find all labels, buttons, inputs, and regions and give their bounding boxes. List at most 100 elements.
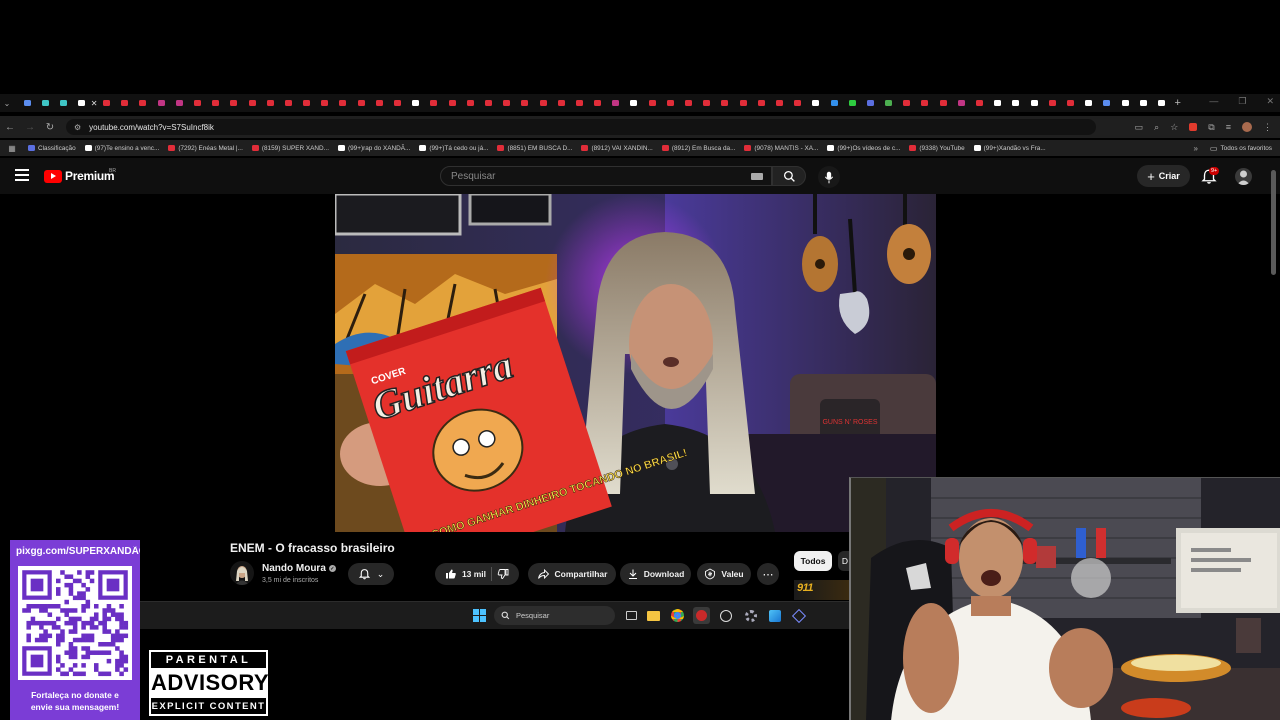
browser-tab[interactable] [734, 96, 752, 110]
browser-tab[interactable] [916, 96, 934, 110]
share-button[interactable]: Compartilhar [528, 563, 616, 585]
reload-icon[interactable]: ↻ [40, 122, 60, 133]
browser-tab[interactable] [73, 96, 91, 110]
browser-tab[interactable] [752, 96, 770, 110]
browser-tab[interactable] [279, 96, 297, 110]
file-explorer-icon[interactable] [645, 607, 662, 624]
browser-tab[interactable] [97, 96, 115, 110]
browser-tab[interactable] [770, 96, 788, 110]
browser-tab[interactable] [825, 96, 843, 110]
browser-tab[interactable] [407, 96, 425, 110]
browser-tab[interactable] [843, 96, 861, 110]
browser-tab[interactable] [461, 96, 479, 110]
browser-tab[interactable] [970, 96, 988, 110]
search-button[interactable] [772, 166, 806, 186]
browser-tab[interactable] [607, 96, 625, 110]
browser-tab[interactable] [479, 96, 497, 110]
streaming-app-icon[interactable] [693, 607, 710, 624]
browser-tab[interactable] [370, 96, 388, 110]
bookmark-item[interactable]: (9078) MANTIS - XA... [744, 145, 818, 152]
whatsapp-icon[interactable] [717, 607, 734, 624]
paint-app-icon[interactable] [766, 607, 783, 624]
close-tab-icon[interactable]: ✕ [91, 99, 98, 108]
tab-search-button[interactable]: ⌄ [0, 96, 14, 110]
browser-tab[interactable] [789, 96, 807, 110]
browser-tab[interactable] [425, 96, 443, 110]
guide-menu-icon[interactable] [15, 169, 29, 181]
browser-tab[interactable] [625, 96, 643, 110]
extension-icon[interactable] [1189, 123, 1198, 131]
browser-tab[interactable] [54, 96, 72, 110]
account-avatar[interactable] [1235, 168, 1252, 185]
settings-gear-icon[interactable] [742, 607, 759, 624]
more-actions-button[interactable]: ⋯ [757, 563, 779, 585]
task-view-icon[interactable] [623, 607, 640, 624]
browser-tab[interactable] [316, 96, 334, 110]
store-app-icon[interactable] [790, 607, 807, 624]
apps-grid-icon[interactable]: ▦ [0, 144, 24, 153]
address-bar[interactable]: ⚙ youtube.com/watch?v=S7SuIncf8ik [66, 119, 1096, 135]
browser-tab[interactable] [698, 96, 716, 110]
browser-tab[interactable] [134, 96, 152, 110]
browser-tab[interactable] [498, 96, 516, 110]
thumbs-down-icon[interactable] [497, 568, 509, 580]
browser-tab[interactable] [1134, 96, 1152, 110]
channel-avatar[interactable] [230, 561, 254, 585]
zoom-icon[interactable]: ⌕ [1154, 122, 1159, 133]
browser-tab[interactable] [989, 96, 1007, 110]
new-tab-icon[interactable]: + [1175, 97, 1181, 109]
browser-tab[interactable] [716, 96, 734, 110]
bookmark-item[interactable]: (99+)Xandão vs Fra... [973, 145, 1046, 152]
windows-start-icon[interactable] [473, 609, 486, 622]
more-bookmarks-icon[interactable]: » [1193, 144, 1197, 153]
browser-tab[interactable] [261, 96, 279, 110]
browser-tab[interactable] [880, 96, 898, 110]
channel-name[interactable]: Nando Moura ✓ [262, 563, 336, 574]
recommended-video-thumbnail[interactable]: 911 [794, 580, 849, 600]
browser-tab[interactable] [552, 96, 570, 110]
video-player[interactable]: GUNS N' ROSES COVER Guitarra COMO GANHAR… [335, 194, 936, 532]
browser-tab[interactable] [1007, 96, 1025, 110]
minimize-icon[interactable]: — [1209, 96, 1218, 107]
browser-tab[interactable] [861, 96, 879, 110]
browser-tab[interactable] [170, 96, 188, 110]
search-input[interactable] [451, 170, 731, 182]
site-info-icon[interactable]: ⚙ [74, 123, 81, 132]
browser-tab[interactable] [934, 96, 952, 110]
browser-tab[interactable] [534, 96, 552, 110]
browser-tab[interactable] [1080, 96, 1098, 110]
browser-tab[interactable] [570, 96, 588, 110]
bookmark-item[interactable]: (9338) YouTube [909, 145, 965, 152]
browser-tab[interactable] [298, 96, 316, 110]
browser-tab[interactable] [898, 96, 916, 110]
profile-avatar[interactable] [1242, 122, 1252, 132]
browser-tab[interactable] [1061, 96, 1079, 110]
keyboard-icon[interactable] [751, 173, 763, 180]
back-icon[interactable]: ← [0, 122, 20, 133]
browser-tab[interactable] [443, 96, 461, 110]
download-button[interactable]: Download [620, 563, 691, 585]
browser-tab[interactable] [1098, 96, 1116, 110]
browser-tab[interactable] [243, 96, 261, 110]
subscription-notification-button[interactable]: ⌄ [348, 563, 394, 585]
browser-menu-icon[interactable]: ⋮ [1263, 122, 1272, 133]
browser-tab[interactable] [1043, 96, 1061, 110]
bookmark-item[interactable]: (8851) EM BUSCA D... [497, 145, 572, 152]
browser-tab[interactable] [207, 96, 225, 110]
youtube-logo[interactable]: Premium [44, 169, 115, 183]
extensions-puzzle-icon[interactable]: ⧉ [1208, 122, 1214, 133]
bookmark-item[interactable]: (99+)Os vídeos de c... [827, 145, 900, 152]
close-window-icon[interactable]: ✕ [1266, 96, 1274, 107]
bookmark-item[interactable]: Classificação [28, 145, 76, 152]
bookmark-item[interactable]: (97)Te ensino a venc... [84, 145, 159, 152]
browser-tab[interactable] [589, 96, 607, 110]
browser-tab[interactable] [36, 96, 54, 110]
reading-list-icon[interactable]: ≡ [1226, 122, 1231, 132]
chrome-icon[interactable] [669, 607, 686, 624]
browser-tab[interactable] [679, 96, 697, 110]
browser-tab[interactable] [352, 96, 370, 110]
thanks-button[interactable]: Valeu [697, 563, 751, 585]
voice-search-button[interactable] [818, 166, 840, 188]
browser-tab[interactable] [116, 96, 134, 110]
bookmark-item[interactable]: (7292) Enéas Metal |... [168, 145, 243, 152]
